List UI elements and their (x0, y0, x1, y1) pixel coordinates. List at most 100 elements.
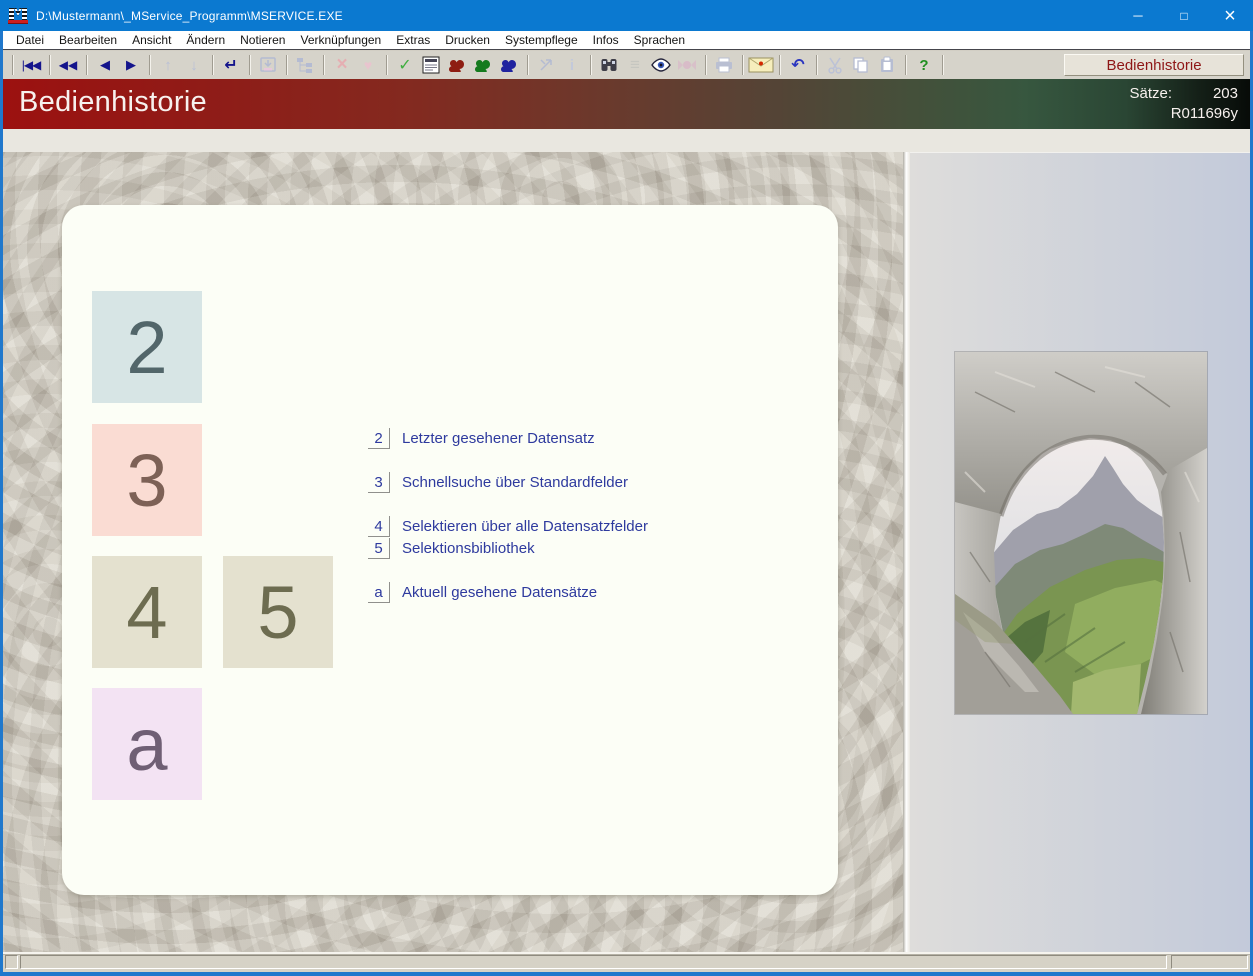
legend-row: 2 Letzter gesehener Datensatz (368, 428, 595, 449)
toolbar-separator (527, 55, 528, 75)
menu-item-drucken[interactable]: Drucken (445, 33, 490, 47)
menu-item-datei[interactable]: Datei (16, 33, 44, 47)
form-button[interactable] (418, 54, 444, 76)
records-label: Sätze: (1129, 85, 1172, 102)
toolbar-separator (705, 55, 706, 75)
menu-item-notieren[interactable]: Notieren (240, 33, 285, 47)
candy-button[interactable] (674, 54, 700, 76)
toolbar-separator (249, 55, 250, 75)
legend-key: 5 (368, 538, 390, 559)
copy-button[interactable] (848, 54, 874, 76)
panel-splitter[interactable] (903, 152, 910, 952)
tile-key-4[interactable]: 4 (92, 556, 202, 668)
legend-label: Selektieren über alle Datensatzfelder (402, 518, 648, 535)
legend-row: 3 Schnellsuche über Standardfelder (368, 472, 628, 493)
undo-button[interactable]: ↶ (785, 54, 811, 76)
toolbar-separator (149, 55, 150, 75)
app-icon (8, 7, 28, 24)
mountain-photo (954, 351, 1208, 715)
toolbar-separator (212, 55, 213, 75)
search-button[interactable] (596, 54, 622, 76)
view-button[interactable] (648, 54, 674, 76)
legend-key: 3 (368, 472, 390, 493)
previous-button[interactable]: ◀ (92, 54, 118, 76)
record-summary: Sätze: 203 R011696y (1129, 84, 1238, 124)
menu-item-verknuepfungen[interactable]: Verknüpfungen (300, 33, 381, 47)
toolbar-separator (286, 55, 287, 75)
sub-banner-strip (3, 129, 1250, 152)
window-border-left (0, 31, 3, 976)
toolbar-separator (905, 55, 906, 75)
delete-button[interactable]: × (329, 54, 355, 76)
toolbar-separator (12, 55, 13, 75)
legend-row: 5 Selektionsbibliothek (368, 538, 535, 559)
menu-item-systempflege[interactable]: Systempflege (505, 33, 578, 47)
menu-bar: Datei Bearbeiten Ansicht Ändern Notieren Verk… (3, 31, 1250, 50)
paste-button[interactable] (874, 54, 900, 76)
tile-key-5[interactable]: 5 (223, 556, 333, 668)
squirrel-blue-button[interactable] (496, 54, 522, 76)
maximize-button[interactable]: □ (1161, 0, 1207, 31)
squirrel-red-button[interactable] (444, 54, 470, 76)
menu-item-aendern[interactable]: Ändern (186, 33, 225, 47)
legend-key: a (368, 582, 390, 603)
tile-key-2[interactable]: 2 (92, 291, 202, 403)
branch-button[interactable] (533, 54, 559, 76)
title-bar: D:\Mustermann\_MService_Programm\MSERVIC… (0, 0, 1253, 31)
toolbar-separator (323, 55, 324, 75)
toolbar-separator (942, 55, 943, 75)
confirm-button[interactable]: ✓ (392, 54, 418, 76)
menu-item-ansicht[interactable]: Ansicht (132, 33, 171, 47)
first-record-button[interactable]: |◀◀ (18, 54, 44, 76)
banner: Bedienhistorie Sätze: 203 R011696y (3, 79, 1250, 129)
minimize-button[interactable]: ─ (1115, 0, 1161, 31)
toolbar-separator (816, 55, 817, 75)
status-bar (3, 952, 1250, 972)
close-button[interactable]: × (1207, 0, 1253, 31)
help-button[interactable]: ? (911, 54, 937, 76)
menu-item-extras[interactable]: Extras (396, 33, 430, 47)
toolbar-separator (590, 55, 591, 75)
records-count: 203 (1212, 85, 1238, 102)
menu-item-bearbeiten[interactable]: Bearbeiten (59, 33, 117, 47)
tree-button[interactable] (292, 54, 318, 76)
rewind-button[interactable]: ◀◀ (55, 54, 81, 76)
import-button[interactable] (255, 54, 281, 76)
status-cell-left (5, 955, 18, 969)
info-button[interactable]: i (559, 54, 585, 76)
list-button[interactable]: ≡ (622, 54, 648, 76)
up-button[interactable]: ↑ (155, 54, 181, 76)
down-button[interactable]: ↓ (181, 54, 207, 76)
tile-key-a[interactable]: a (92, 688, 202, 800)
toolbar-separator (779, 55, 780, 75)
legend-row: 4 Selektieren über alle Datensatzfelder (368, 516, 648, 537)
context-label: Bedienhistorie (1064, 54, 1244, 76)
legend-key: 4 (368, 516, 390, 537)
application-window: D:\Mustermann\_MService_Programm\MSERVIC… (0, 0, 1253, 976)
toolbar-separator (386, 55, 387, 75)
legend-row: a Aktuell gesehene Datensätze (368, 582, 597, 603)
squirrel-green-button[interactable] (470, 54, 496, 76)
cut-button[interactable] (822, 54, 848, 76)
tile-key-3[interactable]: 3 (92, 424, 202, 536)
toolbar-separator (86, 55, 87, 75)
print-button[interactable] (711, 54, 737, 76)
shortcut-card: 2 3 4 5 a 2 Letzter gesehener Datensatz … (62, 205, 838, 895)
favorite-button[interactable]: ♥ (355, 54, 381, 76)
legend-label: Aktuell gesehene Datensätze (402, 584, 598, 601)
page-title: Bedienhistorie (19, 86, 207, 118)
menu-item-sprachen[interactable]: Sprachen (634, 33, 685, 47)
mail-button[interactable] (748, 54, 774, 76)
status-cell-main (20, 955, 1167, 969)
toolbar: |◀◀ ◀◀ ◀ ▶ ↑ ↓ ↵ × ♥ ✓ i ≡ ↶? Bedienhistorie (3, 51, 1250, 79)
legend-key: 2 (368, 428, 390, 449)
next-button[interactable]: ▶ (118, 54, 144, 76)
legend-label: Letzter gesehener Datensatz (402, 430, 595, 447)
record-code: R011696y (1170, 105, 1238, 122)
menu-item-infos[interactable]: Infos (593, 33, 619, 47)
toolbar-separator (742, 55, 743, 75)
legend-label: Selektionsbibliothek (402, 540, 535, 557)
toolbar-separator (49, 55, 50, 75)
legend-label: Schnellsuche über Standardfelder (402, 474, 628, 491)
enter-button[interactable]: ↵ (218, 54, 244, 76)
